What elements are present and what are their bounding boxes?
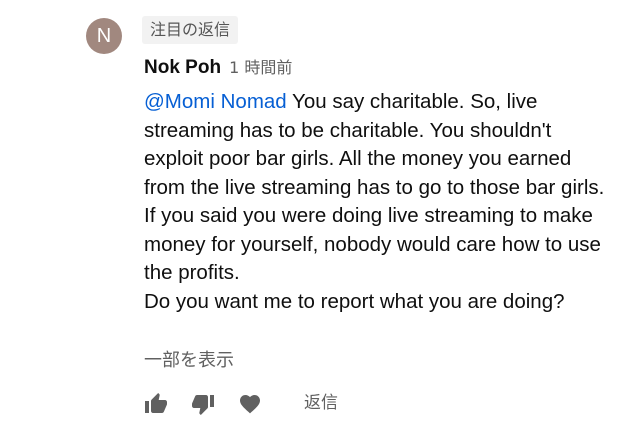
comment-paragraph: @Momi Nomad You say charitable. So, live… [144,88,614,202]
comment-paragraph: If you said you were doing live streamin… [144,202,614,288]
comment-actions: 返信 [144,390,444,416]
reply-button[interactable]: 返信 [304,390,338,416]
comment-paragraph: Do you want me to report what you are do… [144,288,614,317]
mention-link[interactable]: @Momi Nomad [144,90,287,113]
comment-timestamp[interactable]: 1 時間前 [229,58,292,77]
author-name[interactable]: Nok Poh [144,57,221,78]
comment-body: @Momi Nomad You say charitable. So, live… [144,88,614,316]
heart-icon [240,395,260,414]
like-button[interactable] [144,392,168,416]
thumbs-down-icon [192,395,214,415]
comment-text: If you said you were doing live streamin… [144,204,601,284]
show-less-button[interactable]: 一部を表示 [144,347,234,375]
comment-meta: Nok Poh 1 時間前 [144,55,292,81]
heart-button[interactable] [238,392,262,416]
avatar[interactable]: N [86,18,122,54]
dislike-button[interactable] [191,392,215,416]
pinned-reply-badge: 注目の返信 [142,16,239,44]
avatar-letter: N [96,25,112,47]
thumbs-up-icon [145,393,167,413]
comment-text: Do you want me to report what you are do… [144,289,565,313]
